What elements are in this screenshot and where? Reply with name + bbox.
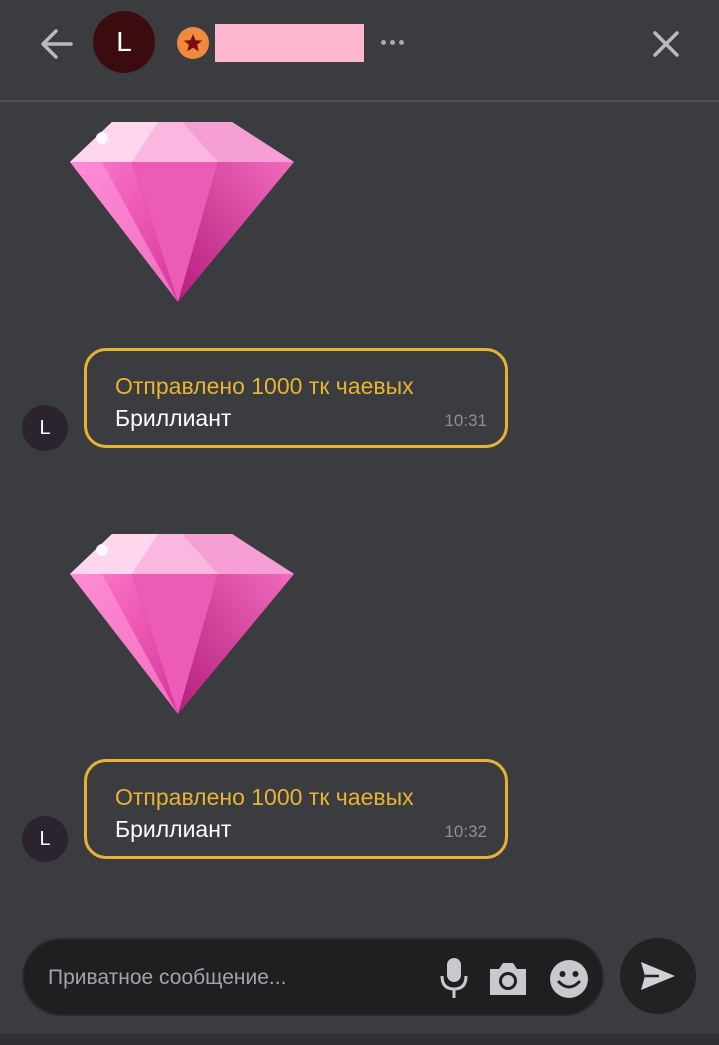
gift-name-text: Бриллиант [115, 816, 232, 842]
send-icon [641, 962, 675, 990]
more-icon-dot [389, 39, 395, 45]
contact-name-redacted [215, 24, 364, 62]
more-icon [380, 39, 386, 45]
sender-avatar[interactable]: L [22, 816, 68, 862]
sender-avatar-letter: L [39, 827, 51, 850]
tip-message-bubble: Отправлено 1000 тк чаевых Бриллиант 10:3… [84, 759, 508, 859]
close-button[interactable] [646, 24, 686, 64]
star-badge [177, 27, 209, 59]
back-button[interactable] [34, 24, 78, 64]
diamond-gift-icon [70, 122, 294, 302]
more-button[interactable] [372, 30, 412, 54]
mic-icon[interactable] [436, 956, 472, 1000]
more-icon-dot [398, 39, 404, 45]
tip-amount-text: Отправлено 1000 тк чаевых [115, 373, 414, 399]
gift-name-text: Бриллиант [115, 405, 232, 431]
close-icon [653, 31, 679, 57]
tip-message-bubble: Отправлено 1000 тк чаевых Бриллиант 10:3… [84, 348, 508, 448]
diamond-gift-icon [70, 534, 294, 714]
send-button[interactable] [620, 938, 696, 1014]
input-placeholder: Приватное сообщение... [48, 966, 287, 989]
back-arrow-icon [41, 29, 73, 59]
contact-avatar-letter: L [116, 26, 132, 57]
private-message-input[interactable]: Приватное сообщение... [22, 938, 604, 1016]
emoji-icon[interactable] [548, 958, 590, 1000]
tip-amount-text: Отправлено 1000 тк чаевых [115, 784, 414, 810]
bottom-divider [0, 1034, 719, 1045]
contact-avatar[interactable]: L [93, 11, 155, 73]
sender-avatar[interactable]: L [22, 405, 68, 451]
message-time: 10:31 [444, 411, 487, 430]
sender-avatar-letter: L [39, 416, 51, 439]
camera-icon[interactable] [486, 960, 530, 998]
message-time: 10:32 [444, 822, 487, 841]
star-icon [183, 34, 203, 52]
chat-header: L [0, 0, 719, 102]
